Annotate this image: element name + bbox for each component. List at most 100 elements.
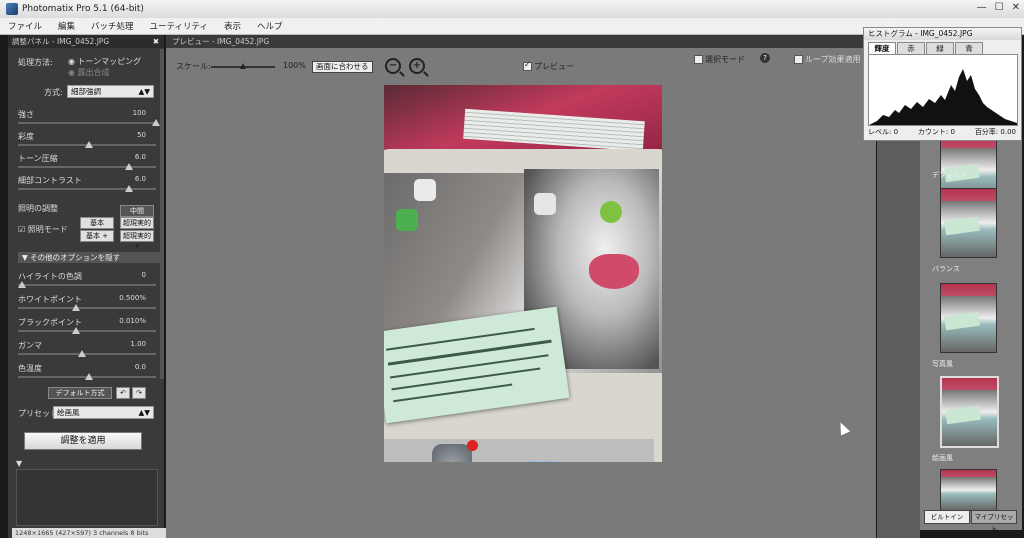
photo-badge-icon: [467, 440, 478, 451]
slider-track[interactable]: [18, 140, 156, 148]
slider-thumb[interactable]: [152, 118, 160, 126]
slider-thumb[interactable]: [125, 162, 134, 170]
slider-thumb[interactable]: [125, 184, 134, 192]
scale-slider[interactable]: [211, 63, 275, 69]
adjustment-panel-title: 調整パネル - IMG_0452.JPG: [12, 37, 110, 46]
scale-value: 100%: [283, 61, 306, 70]
slider-label: 細部コントラスト: [18, 176, 82, 185]
histogram-plot: [868, 54, 1018, 126]
mode-label: 方式:: [44, 88, 63, 97]
slider-thumb[interactable]: [71, 303, 80, 311]
menu-utility[interactable]: ユーティリティ: [142, 20, 216, 32]
slider-track[interactable]: [18, 184, 156, 192]
close-window-button[interactable]: ✕: [1012, 2, 1020, 13]
slider-thumb[interactable]: [85, 140, 93, 148]
slider-track[interactable]: [18, 349, 156, 357]
presets-tabs: ビルトイン マイプリセット: [924, 510, 1018, 533]
preview-toolbar: スケール: 100% 画面に合わせる − + ✓ プレビュー 選択モード ? ル…: [166, 53, 876, 75]
slider-value: 0.500%: [119, 294, 146, 302]
notes-area: [16, 469, 158, 526]
lighting-basic-button[interactable]: 基本: [80, 217, 114, 229]
menu-file[interactable]: ファイル: [0, 20, 50, 32]
method-radio-tonemap[interactable]: ◉ トーンマッピング: [68, 56, 141, 67]
slider-track[interactable]: [18, 118, 160, 126]
slider-thumb[interactable]: [71, 326, 80, 334]
slider-track[interactable]: [18, 303, 156, 311]
preset-label-default: デフォルト: [932, 171, 967, 179]
thumb-ticket: [944, 311, 980, 331]
preview-checkbox[interactable]: ✓: [523, 60, 532, 71]
preview-header: プレビュー - IMG_0452.JPG: [166, 35, 876, 48]
menu-batch[interactable]: バッチ処理: [83, 20, 142, 32]
panel-scrollbar[interactable]: [160, 49, 164, 379]
undo-icon[interactable]: ↶: [116, 387, 130, 399]
lighting-basic-plus-button[interactable]: 基本 +: [80, 230, 114, 242]
preset-thumbnail-selected[interactable]: [940, 376, 999, 448]
menu-view[interactable]: 表示: [216, 20, 249, 32]
histogram-window: ヒストグラム - IMG_0452.JPG 輝度 赤 緑 青 レベル: 0 カウ…: [863, 27, 1022, 141]
zoom-out-icon[interactable]: −: [385, 58, 401, 74]
default-method-button[interactable]: デフォルト方式: [48, 387, 112, 399]
slider-label: ガンマ: [18, 341, 42, 350]
photo-app-icon: [396, 209, 418, 231]
minimize-button[interactable]: —: [977, 2, 987, 13]
ticket-line: [389, 354, 549, 379]
photo-app-icon: [414, 179, 436, 201]
tab-blue[interactable]: 青: [955, 42, 983, 54]
redo-icon[interactable]: ↷: [132, 387, 146, 399]
method-radio-fusion[interactable]: ◉ 露出合成: [68, 67, 110, 78]
menu-edit[interactable]: 編集: [50, 20, 83, 32]
loupe-checkbox[interactable]: [794, 55, 803, 64]
menu-help[interactable]: ヘルプ: [249, 20, 291, 32]
tab-my-presets[interactable]: マイプリセット: [971, 510, 1017, 533]
histogram-tabs: 輝度 赤 緑 青: [868, 42, 984, 54]
slider-value: 0.010%: [119, 317, 146, 325]
lighting-mid-button[interactable]: 中間: [120, 205, 154, 217]
slider-value: 0.0: [134, 363, 146, 371]
select-mode-checkbox[interactable]: [694, 55, 703, 64]
slider-track[interactable]: [18, 372, 156, 380]
preset-thumbnail[interactable]: [940, 283, 997, 353]
slider-thumb[interactable]: [78, 349, 87, 357]
mode-select[interactable]: 細部強調 ▲▼: [67, 85, 154, 98]
preview-area: プレビュー - IMG_0452.JPG スケール: 100% 画面に合わせる …: [166, 35, 876, 538]
preview-image[interactable]: [384, 85, 662, 462]
preset-select[interactable]: 絵画風 ▲▼: [53, 406, 154, 419]
method-option-tonemap: トーンマッピング: [77, 57, 142, 66]
collapse-arrow-icon[interactable]: ▼: [16, 459, 22, 468]
photo-dock: [384, 439, 654, 462]
histogram-count: カウント: 0: [917, 128, 955, 136]
scale-slider-thumb[interactable]: [240, 63, 246, 69]
help-icon[interactable]: ?: [760, 53, 770, 63]
method-label: 処理方法:: [18, 58, 53, 67]
slider-track[interactable]: [18, 326, 156, 334]
preset-thumbnail[interactable]: [940, 469, 997, 511]
select-mode-label: 選択モード: [705, 55, 745, 64]
preset-thumbnail[interactable]: [940, 188, 997, 258]
slider-thumb[interactable]: [85, 372, 93, 380]
lighting-label: 照明の調整: [18, 204, 58, 213]
method-option-fusion: 露出合成: [77, 68, 110, 77]
histogram-shape: [869, 69, 1017, 125]
slider-track[interactable]: [18, 280, 156, 288]
slider-thumb[interactable]: [18, 280, 26, 288]
lighting-surreal-plus-button[interactable]: 超現実的 +: [120, 230, 154, 250]
apply-button[interactable]: 調整を適用: [24, 432, 142, 450]
lighting-surreal-button[interactable]: 超現実的: [120, 217, 154, 229]
lighting-mode-checkbox[interactable]: ☑ 照明モード: [18, 224, 68, 235]
maximize-button[interactable]: ☐: [995, 2, 1004, 13]
fit-to-screen-button[interactable]: 画面に合わせる: [312, 61, 373, 73]
slider-label: 強さ: [18, 110, 34, 119]
photo-safari-app-icon: [522, 461, 562, 462]
slider-track[interactable]: [18, 162, 156, 170]
zoom-in-icon[interactable]: +: [409, 58, 425, 74]
tab-green[interactable]: 緑: [926, 42, 954, 54]
close-panel-button[interactable]: ✖: [153, 37, 164, 46]
app-logo-icon: [6, 3, 18, 15]
histogram-title: ヒストグラム - IMG_0452.JPG: [864, 28, 1021, 40]
chevron-down-icon: ▲▼: [138, 87, 150, 96]
tab-red[interactable]: 赤: [897, 42, 925, 54]
more-options-toggle[interactable]: ▼ その他のオプションを隠す: [18, 252, 164, 263]
tab-luminance[interactable]: 輝度: [868, 42, 896, 54]
tab-builtin[interactable]: ビルトイン: [924, 510, 970, 524]
